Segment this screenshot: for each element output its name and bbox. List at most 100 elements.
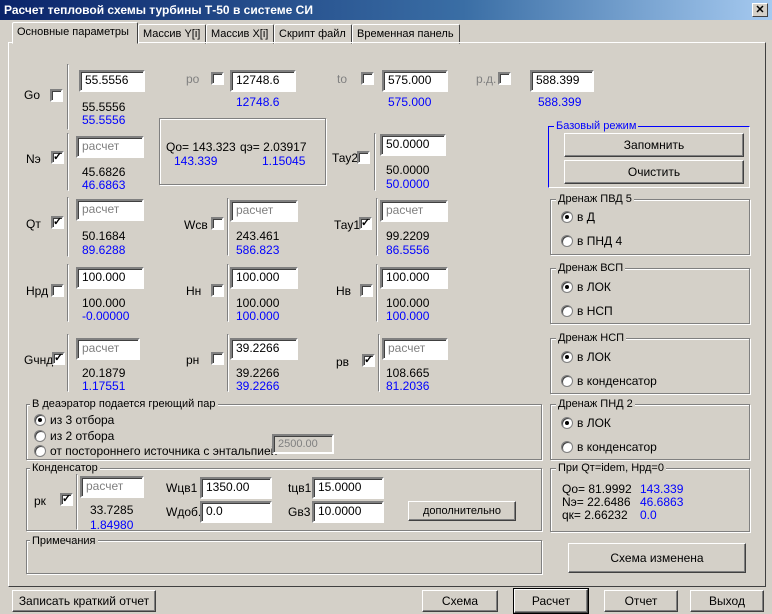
- qe-value-base: 1.15045: [262, 154, 306, 168]
- report-button[interactable]: Отчет: [604, 590, 678, 612]
- pk-input[interactable]: расчет: [80, 476, 144, 498]
- schema-button[interactable]: Схема: [422, 590, 498, 612]
- wsv-label: Wсв: [184, 218, 208, 232]
- gchnd-checkbox[interactable]: ✓: [52, 352, 65, 365]
- vsp-radio-lok[interactable]: [561, 281, 573, 293]
- tau1-input[interactable]: расчет: [380, 200, 448, 222]
- pvd5-opt-pnd4: в ПНД 4: [577, 234, 623, 248]
- tab-time-panel[interactable]: Временная панель: [352, 24, 460, 44]
- tcv1-input[interactable]: 15.0000: [312, 477, 384, 499]
- hn-input[interactable]: 100.000: [230, 267, 298, 289]
- qt-label: Qт: [26, 217, 41, 231]
- pvd5-opt-d: в Д: [577, 210, 595, 224]
- pnd2-radio-condenser[interactable]: [561, 441, 573, 453]
- tab-array-x[interactable]: Массив X[i]: [206, 24, 274, 44]
- wsv-input[interactable]: расчет: [230, 200, 298, 222]
- additional-button[interactable]: дополнительно: [408, 501, 516, 521]
- hv-checkbox[interactable]: [360, 284, 373, 297]
- gchnd-input[interactable]: расчет: [76, 338, 140, 360]
- pvd5-radio-pnd4[interactable]: [561, 235, 573, 247]
- tab-script-file[interactable]: Скрипт файл: [274, 24, 352, 44]
- pn-value-base: 39.2266: [236, 379, 280, 393]
- go-checkbox[interactable]: [50, 89, 63, 102]
- deaerator-radio-ext[interactable]: [34, 445, 46, 457]
- wcv1-input[interactable]: 1350.00: [200, 477, 272, 499]
- pn-checkbox[interactable]: [211, 352, 224, 365]
- deaerator-radio-2[interactable]: [34, 430, 46, 442]
- exit-button[interactable]: Выход: [690, 590, 764, 612]
- ne-bracket: [67, 133, 69, 191]
- vsp-title: Дренаж ВСП: [556, 262, 626, 274]
- pnd2-radio-lok[interactable]: [561, 417, 573, 429]
- write-report-button[interactable]: Записать краткий отчет: [12, 590, 156, 612]
- pk-checkbox[interactable]: ✓: [60, 493, 73, 506]
- calculate-button[interactable]: Расчет: [513, 588, 589, 614]
- wdob-label: Wдоб.: [166, 505, 202, 519]
- qt-checkbox[interactable]: ✓: [51, 216, 64, 229]
- go-value: 55.5556: [82, 100, 126, 114]
- wdob-input[interactable]: 0.0: [200, 501, 272, 523]
- gchnd-value: 20.1879: [82, 366, 126, 380]
- gb3-label: Gв3: [288, 505, 311, 519]
- to-checkbox[interactable]: [361, 72, 374, 85]
- ne-checkbox[interactable]: ✓: [51, 151, 64, 164]
- hv-input[interactable]: 100.000: [380, 267, 448, 289]
- go-input[interactable]: 55.5556: [79, 70, 145, 92]
- base-mode-title: Базовый режим: [554, 120, 639, 132]
- schema-changed-button[interactable]: Схема изменена: [568, 543, 746, 573]
- go-label: Go: [24, 88, 41, 102]
- nsp-title: Дренаж НСП: [556, 332, 627, 344]
- ne-label: Nэ: [26, 152, 41, 166]
- tau2-checkbox[interactable]: [357, 151, 370, 164]
- deaerator-opt-3: из 3 отбора: [50, 413, 115, 427]
- pv-checkbox[interactable]: ✓: [362, 354, 375, 367]
- pvd5-radio-d[interactable]: [561, 211, 573, 223]
- close-button[interactable]: ✕: [752, 3, 768, 17]
- remember-button[interactable]: Запомнить: [564, 133, 744, 157]
- tab-array-y[interactable]: Массив Y[i]: [138, 24, 206, 44]
- pv-input[interactable]: расчет: [382, 338, 448, 360]
- qt-idem-qo: Qo= 81.9992: [562, 482, 632, 496]
- pnd2-title: Дренаж ПНД 2: [556, 398, 635, 410]
- nsp-radio-condenser[interactable]: [561, 375, 573, 387]
- pd-checkbox[interactable]: [498, 72, 511, 85]
- hv-value: 100.000: [386, 296, 430, 310]
- clear-button[interactable]: Очистить: [564, 160, 744, 184]
- wsv-checkbox[interactable]: [211, 217, 224, 230]
- pn-input[interactable]: 39.2266: [230, 338, 298, 360]
- hn-checkbox[interactable]: [211, 284, 224, 297]
- hrd-input[interactable]: 100.000: [76, 267, 144, 289]
- deaerator-opt-ext: от постороннего источника с энтальпией: [50, 444, 278, 458]
- pvd5-title: Дренаж ПВД 5: [556, 193, 634, 205]
- gb3-input[interactable]: 10.0000: [312, 501, 384, 523]
- pd-input[interactable]: 588.399: [530, 70, 594, 92]
- qo-value: Qo= 143.323: [166, 140, 236, 154]
- hrd-checkbox[interactable]: [51, 284, 64, 297]
- wsv-value-base: 586.823: [236, 243, 280, 257]
- tau2-input[interactable]: 50.0000: [380, 134, 446, 156]
- po-input[interactable]: 12748.6: [230, 70, 296, 92]
- po-checkbox[interactable]: [211, 72, 224, 85]
- qe-value: qэ= 2.03917: [240, 140, 307, 154]
- qt-input[interactable]: расчет: [76, 199, 144, 221]
- pk-value-base: 1.84980: [90, 518, 134, 532]
- enthalpy-input[interactable]: 2500.00: [272, 434, 334, 454]
- to-input[interactable]: 575.000: [382, 70, 448, 92]
- pv-value: 108.665: [386, 366, 430, 380]
- tab-main-params[interactable]: Основные параметры: [12, 22, 138, 44]
- ne-input[interactable]: расчет: [76, 136, 144, 158]
- vsp-radio-nsp[interactable]: [561, 305, 573, 317]
- tau1-bracket: [376, 198, 378, 256]
- qt-idem-ne: Nэ= 22.6486: [562, 495, 631, 509]
- ne-value: 45.6826: [82, 165, 126, 179]
- deaerator-radio-3[interactable]: [34, 414, 46, 426]
- tau2-bracket: [374, 133, 376, 191]
- hrd-value-base: -0.00000: [82, 309, 130, 323]
- tau1-checkbox[interactable]: ✓: [359, 217, 372, 230]
- to-label: to: [337, 72, 348, 86]
- wsv-value: 243.461: [236, 229, 280, 243]
- pk-bracket: [76, 474, 78, 530]
- wsv-bracket: [227, 198, 229, 256]
- nsp-radio-lok[interactable]: [561, 351, 573, 363]
- to-value-base: 575.000: [388, 95, 432, 109]
